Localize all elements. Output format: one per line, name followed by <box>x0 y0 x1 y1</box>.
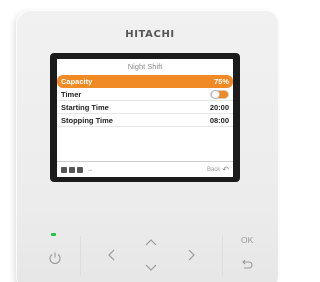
menu-row-value: 20:00 <box>209 102 229 112</box>
back-label: Back <box>206 166 221 173</box>
status-led <box>51 233 56 236</box>
brand-logo: HITACHI <box>125 29 175 40</box>
key-divider <box>80 236 81 276</box>
menu-row-timer[interactable]: Timer <box>57 88 233 101</box>
schedule-icon <box>77 166 83 173</box>
chevron-down-icon <box>145 264 157 271</box>
chevron-left-icon <box>108 249 115 261</box>
power-button[interactable] <box>48 251 62 265</box>
return-arrow-icon: ↶ <box>222 165 229 174</box>
right-button[interactable] <box>186 248 196 262</box>
display-bezel: Night Shift Capacity 75% Timer Starting … <box>50 53 240 182</box>
menu-row-value: 75% <box>213 77 229 86</box>
mode-icon <box>61 166 67 173</box>
toggle-knob <box>211 89 220 99</box>
ok-button[interactable]: OK <box>241 235 253 245</box>
menu-row-label: Timer <box>61 89 82 99</box>
menu-row-label: Starting Time <box>61 102 109 112</box>
menu-row-starting-time[interactable]: Starting Time 20:00 <box>57 101 233 114</box>
left-button[interactable] <box>107 248 117 262</box>
power-icon <box>49 252 61 265</box>
timer-toggle[interactable] <box>210 89 229 99</box>
display-screen: Night Shift Capacity 75% Timer Starting … <box>57 59 233 177</box>
return-icon <box>242 259 253 269</box>
chevron-right-icon <box>188 249 195 261</box>
menu-row-value: 08:00 <box>209 115 229 125</box>
menu-row-capacity[interactable]: Capacity 75% <box>57 75 233 88</box>
fan-icon <box>69 166 75 173</box>
menu-row-label: Capacity <box>61 77 93 86</box>
settings-menu: Capacity 75% Timer Starting Time 20:00 S… <box>57 75 233 127</box>
connection-icon: → <box>87 166 93 173</box>
menu-row-stopping-time[interactable]: Stopping Time 08:00 <box>57 114 233 127</box>
chevron-up-icon <box>145 239 157 246</box>
screen-title: Night Shift <box>127 62 163 71</box>
return-button[interactable] <box>240 258 254 270</box>
footer-status-icons: → <box>61 166 93 173</box>
screen-footer: → Back ↶ <box>57 161 233 177</box>
menu-row-label: Stopping Time <box>61 115 113 125</box>
up-button[interactable] <box>144 238 158 248</box>
key-divider <box>222 236 223 276</box>
down-button[interactable] <box>144 262 158 272</box>
back-hint: Back ↶ <box>207 165 229 174</box>
